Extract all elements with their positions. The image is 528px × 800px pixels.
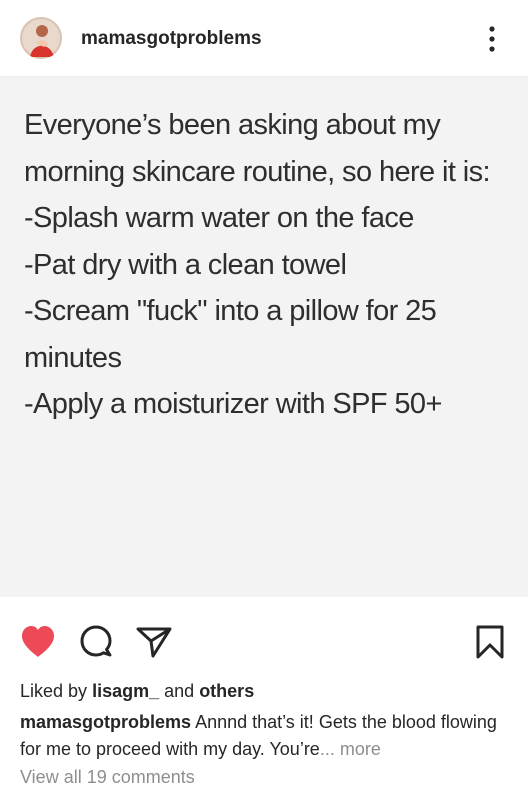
image-text-line: Everyone’s been asking about my bbox=[24, 109, 441, 141]
liked-by-and: and bbox=[164, 681, 195, 701]
liked-by-user[interactable]: lisagm_ bbox=[92, 681, 159, 701]
image-text-line: -Scream "fuck" into a pillow for 25 bbox=[24, 295, 437, 327]
heart-icon[interactable] bbox=[18, 622, 58, 662]
caption-username[interactable]: mamasgotproblems bbox=[20, 712, 191, 732]
caption-more-link[interactable]: ... more bbox=[320, 739, 381, 759]
view-comments-link[interactable]: View all 19 comments bbox=[20, 767, 195, 788]
post-header: mamasgotproblems bbox=[0, 0, 528, 77]
post-caption: mamasgotproblems Annnd that’s it! Gets t… bbox=[20, 709, 514, 763]
post-actions-bar bbox=[0, 612, 528, 668]
likes-summary[interactable]: Liked by lisagm_ and others bbox=[20, 681, 254, 702]
image-text-line: minutes bbox=[24, 341, 122, 374]
profile-avatar[interactable] bbox=[20, 17, 62, 59]
image-text-line: morning skincare routine, so here it is: bbox=[24, 155, 491, 188]
liked-by-others[interactable]: others bbox=[199, 681, 254, 701]
post-username[interactable]: mamasgotproblems bbox=[81, 28, 262, 50]
bookmark-icon[interactable] bbox=[470, 622, 510, 662]
liked-by-prefix: Liked by bbox=[20, 681, 88, 701]
more-options-icon[interactable] bbox=[480, 24, 504, 54]
image-text-line: -Pat dry with a clean towel bbox=[24, 248, 347, 281]
comment-icon[interactable] bbox=[76, 622, 116, 662]
image-text-line: -Apply a moisturizer with SPF 50+ bbox=[24, 388, 442, 420]
image-text-line: -Splash warm water on the face bbox=[24, 202, 414, 234]
send-icon[interactable] bbox=[134, 622, 174, 662]
post-image-text: Everyone’s been asking about my morning … bbox=[24, 102, 524, 428]
